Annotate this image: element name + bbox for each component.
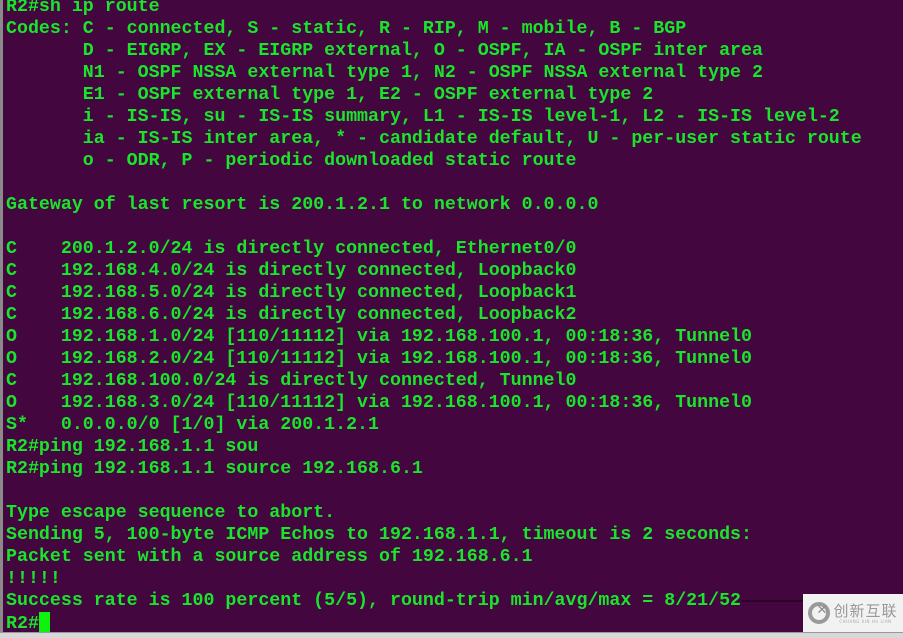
watermark: 创新互联 CHUANG XIN HU LIAN: [803, 594, 903, 632]
terminal-line: o - ODR, P - periodic downloaded static …: [6, 151, 577, 171]
route-entry: C 192.168.5.0/24 is directly connected, …: [6, 283, 577, 303]
cursor: [38, 612, 50, 632]
terminal-line: D - EIGRP, EX - EIGRP external, O - OSPF…: [6, 41, 763, 61]
prompt: R2#: [6, 614, 39, 634]
watermark-text: 创新互联 CHUANG XIN HU LIAN: [833, 603, 897, 624]
command-prompt-line[interactable]: R2#: [6, 612, 903, 634]
route-entry: S* 0.0.0.0/0 [1/0] via 200.1.2.1: [6, 415, 379, 435]
terminal-line: R2#sh ip route: [6, 0, 160, 17]
terminal-line: Sending 5, 100-byte ICMP Echos to 192.16…: [6, 525, 752, 545]
window-bottom-border: [0, 632, 903, 638]
terminal-line: i - IS-IS, su - IS-IS summary, L1 - IS-I…: [6, 107, 840, 127]
terminal-line: E1 - OSPF external type 1, E2 - OSPF ext…: [6, 85, 654, 105]
terminal-window[interactable]: R2#sh ip route Codes: C - connected, S -…: [0, 0, 903, 634]
route-entry: C 200.1.2.0/24 is directly connected, Et…: [6, 239, 577, 259]
terminal-line: Codes: C - connected, S - static, R - RI…: [6, 19, 687, 39]
terminal-line: N1 - OSPF NSSA external type 1, N2 - OSP…: [6, 63, 763, 83]
route-entry: C 192.168.100.0/24 is directly connected…: [6, 371, 577, 391]
route-entry: O 192.168.1.0/24 [110/11112] via 192.168…: [6, 327, 752, 347]
divider: [742, 600, 804, 602]
watermark-text-en: CHUANG XIN HU LIAN: [839, 618, 892, 624]
terminal-line: Gateway of last resort is 200.1.2.1 to n…: [6, 195, 599, 215]
terminal-line: ia - IS-IS inter area, * - candidate def…: [6, 129, 862, 149]
route-entry: C 192.168.4.0/24 is directly connected, …: [6, 261, 577, 281]
terminal-line: Packet sent with a source address of 192…: [6, 547, 533, 567]
terminal-line: R2#ping 192.168.1.1 source 192.168.6.1: [6, 459, 423, 479]
terminal-line: R2#ping 192.168.1.1 sou: [6, 437, 259, 457]
route-entry: O 192.168.2.0/24 [110/11112] via 192.168…: [6, 349, 752, 369]
terminal-line: Type escape sequence to abort.: [6, 503, 336, 523]
terminal-line: !!!!!: [6, 569, 61, 589]
route-entry: O 192.168.3.0/24 [110/11112] via 192.168…: [6, 393, 752, 413]
route-entry: C 192.168.6.0/24 is directly connected, …: [6, 305, 577, 325]
chuangxin-logo-icon: [808, 602, 831, 624]
watermark-text-cn: 创新互联: [833, 601, 898, 620]
